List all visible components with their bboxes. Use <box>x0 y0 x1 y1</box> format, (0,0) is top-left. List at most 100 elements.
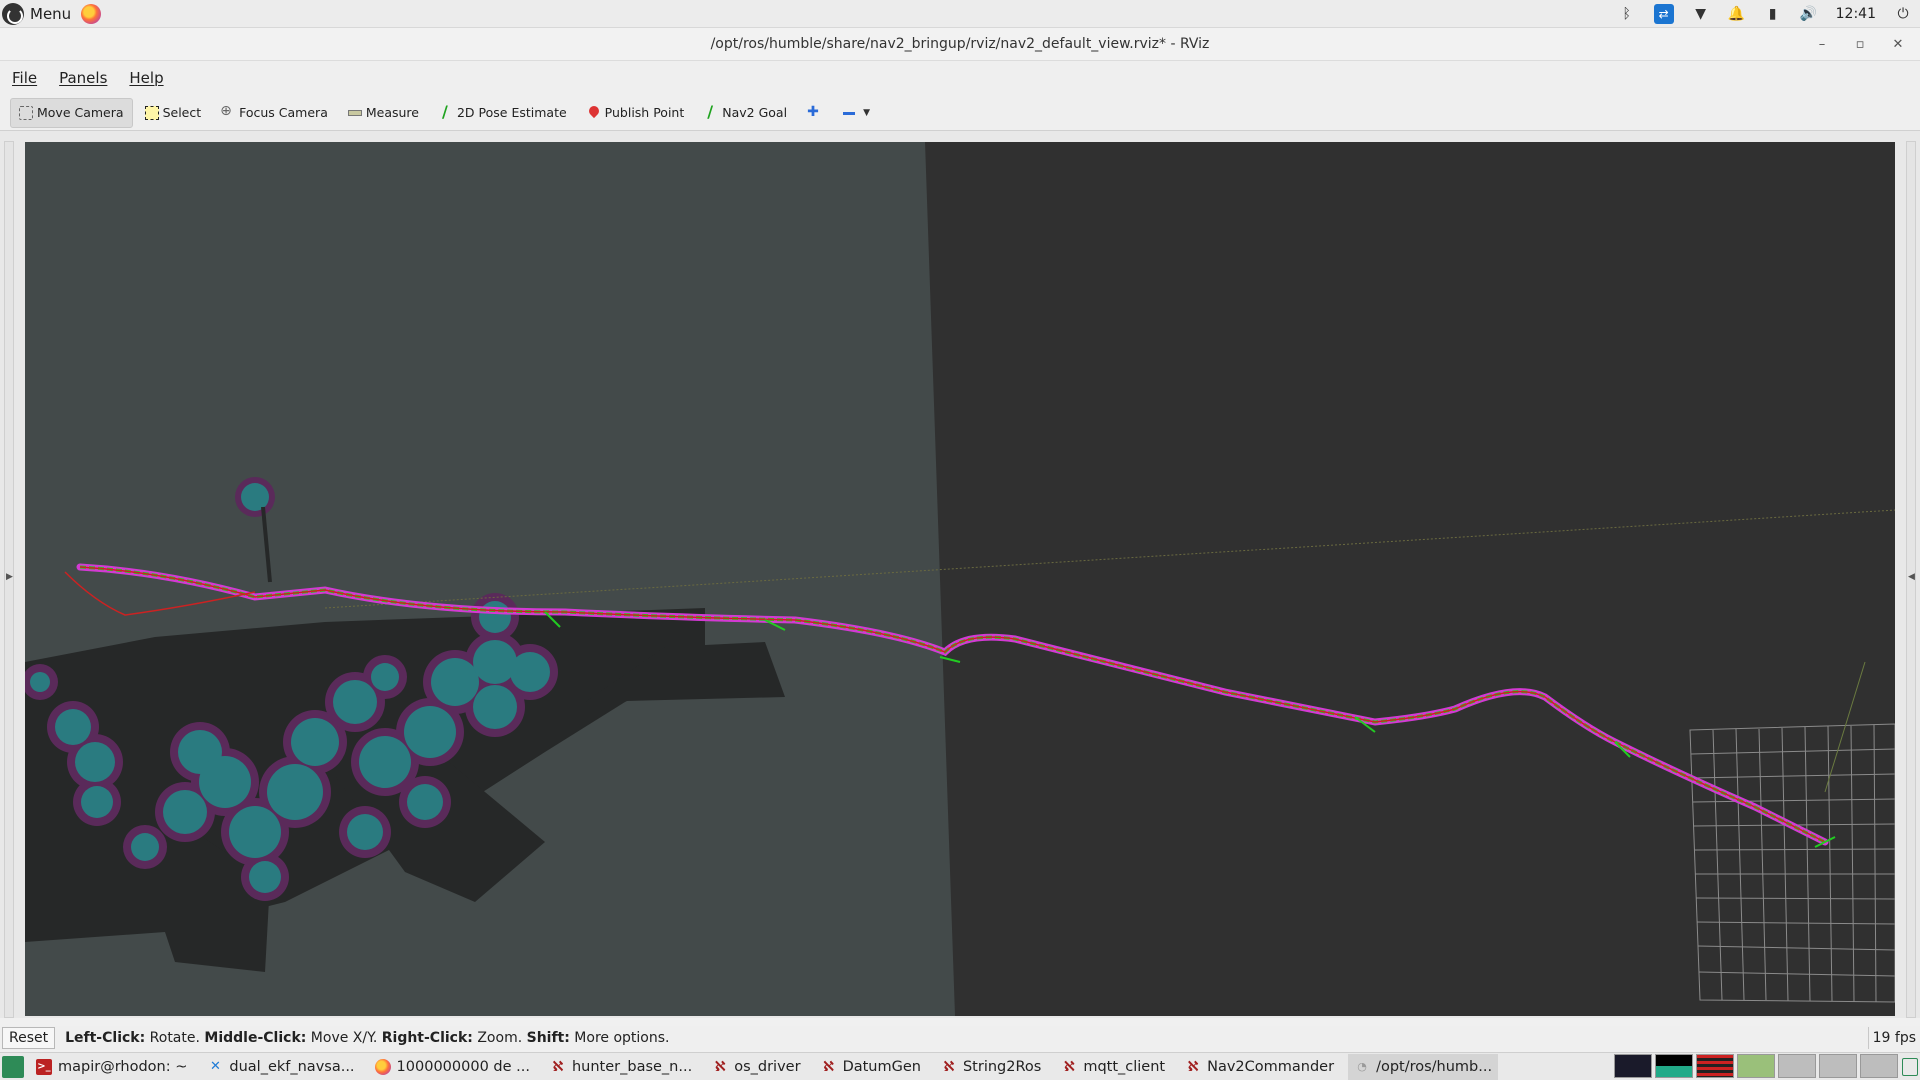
taskbar-item-label: 1000000000 de ... <box>396 1058 530 1075</box>
window-titlebar[interactable]: /opt/ros/humble/share/nav2_bringup/rviz/… <box>0 28 1920 61</box>
taskbar-item-label: dual_ekf_navsa... <box>229 1058 355 1075</box>
workspace-switcher <box>1614 1054 1898 1078</box>
minimize-icon[interactable]: – <box>1810 34 1834 54</box>
window-controls: – ▫ ✕ <box>1810 34 1910 54</box>
remove-tool-button[interactable]: ▼ <box>833 98 878 128</box>
main-area: ▶ ◀ <box>0 131 1920 1018</box>
workspace-1[interactable] <box>1614 1054 1652 1078</box>
workspace-2[interactable] <box>1655 1054 1693 1078</box>
taskbar-item-rviz[interactable]: ◔ /opt/ros/humb... <box>1348 1053 1499 1080</box>
reset-button[interactable]: Reset <box>2 1027 56 1049</box>
tool-hint: Left-Click: Rotate. Middle-Click: Move X… <box>65 1030 669 1046</box>
rviz-icon: ◔ <box>1357 1060 1367 1073</box>
close-icon[interactable]: ✕ <box>1886 34 1910 54</box>
taskbar-item-label: Nav2Commander <box>1207 1058 1335 1075</box>
publish-point-label: Publish Point <box>604 105 685 120</box>
workspace-4[interactable] <box>1737 1054 1775 1078</box>
move-camera-button[interactable]: Move Camera <box>10 97 133 128</box>
hint-key-shift: Shift: <box>526 1030 570 1046</box>
taskbar-item-label: os_driver <box>734 1058 801 1075</box>
right-dock-handle[interactable]: ◀ <box>1906 141 1916 1018</box>
taskbar-item-terminal[interactable]: >_ mapir@rhodon: ~ <box>30 1054 193 1080</box>
teamviewer-icon[interactable]: ⇄ <box>1653 4 1674 24</box>
taskbar-item-firefox[interactable]: 1000000000 de ... <box>369 1054 536 1080</box>
ros-icon: ℵ <box>1063 1058 1075 1075</box>
hint-text-left: Rotate. <box>145 1030 205 1046</box>
focus-camera-label: Focus Camera <box>239 105 328 120</box>
scene-render <box>25 142 1895 1016</box>
workspace-6[interactable] <box>1819 1054 1857 1078</box>
measure-icon <box>347 109 362 116</box>
tools-toolbar: Move Camera Select Focus Camera Measure … <box>0 95 1920 131</box>
workspace-3[interactable] <box>1696 1054 1734 1078</box>
plus-icon <box>807 104 821 120</box>
workspace-5[interactable] <box>1778 1054 1816 1078</box>
select-icon <box>144 105 159 120</box>
taskbar: >_ mapir@rhodon: ~ ✕ dual_ekf_navsa... 1… <box>0 1052 1920 1080</box>
taskbar-item-nav2commander[interactable]: ℵ Nav2Commander <box>1179 1054 1340 1080</box>
vscode-icon: ✕ <box>209 1059 221 1074</box>
clock[interactable]: 12:41 <box>1836 6 1876 22</box>
battery-icon[interactable]: ▮ <box>1764 5 1782 23</box>
publish-point-button[interactable]: Publish Point <box>579 98 693 128</box>
menubar: File Panels Help <box>0 61 1920 95</box>
hint-key-middle: Middle-Click: <box>204 1030 307 1046</box>
select-button[interactable]: Select <box>137 98 210 128</box>
taskbar-item-hunter-base[interactable]: ℵ hunter_base_n... <box>544 1054 698 1080</box>
power-icon[interactable]: ⏻ <box>1894 5 1912 23</box>
restore-icon[interactable]: ▫ <box>1848 34 1872 54</box>
hint-text-right: Zoom. <box>472 1030 527 1046</box>
taskbar-item-label: /opt/ros/humb... <box>1376 1058 1493 1075</box>
ros-icon: ℵ <box>943 1058 955 1075</box>
menu-panels[interactable]: Panels <box>53 69 113 87</box>
system-tray: ᛒ ⇄ ▼ 🔔 ▮ 🔊 12:41 ⏻ <box>1618 0 1920 28</box>
taskbar-item-os-driver[interactable]: ℵ os_driver <box>706 1054 806 1080</box>
wifi-icon[interactable]: ▼ <box>1692 5 1710 23</box>
nav2-goal-icon <box>704 102 718 121</box>
focus-camera-icon <box>220 103 235 120</box>
ros-icon: ℵ <box>714 1058 726 1075</box>
trash-icon[interactable] <box>1902 1058 1918 1076</box>
taskbar-item-datumgen[interactable]: ℵ DatumGen <box>815 1054 927 1080</box>
taskbar-item-label: String2Ros <box>962 1058 1042 1075</box>
volume-icon[interactable]: 🔊 <box>1800 5 1818 23</box>
move-camera-icon <box>19 105 33 120</box>
measure-label: Measure <box>365 105 419 120</box>
reference-grid <box>1689 661 1895 1003</box>
menu-help[interactable]: Help <box>123 69 169 87</box>
ros-icon: ℵ <box>1187 1058 1199 1075</box>
taskbar-item-label: hunter_base_n... <box>571 1058 693 1075</box>
hint-text-shift: More options. <box>569 1030 670 1046</box>
publish-point-icon <box>587 106 601 120</box>
bluetooth-icon[interactable]: ᛒ <box>1618 5 1636 23</box>
window-title: /opt/ros/humble/share/nav2_bringup/rviz/… <box>710 36 1210 52</box>
pose-estimate-button[interactable]: 2D Pose Estimate <box>431 98 575 128</box>
taskbar-item-label: mapir@rhodon: ~ <box>58 1058 188 1075</box>
hint-text-middle: Move X/Y. <box>306 1030 382 1046</box>
taskbar-item-mqtt-client[interactable]: ℵ mqtt_client <box>1055 1054 1171 1080</box>
measure-button[interactable]: Measure <box>340 98 427 128</box>
ros-icon: ℵ <box>823 1058 835 1075</box>
nav2-goal-button[interactable]: Nav2 Goal <box>696 98 795 128</box>
focus-camera-button[interactable]: Focus Camera <box>213 98 336 128</box>
hint-key-right: Right-Click: <box>381 1030 473 1046</box>
taskbar-item-vscode[interactable]: ✕ dual_ekf_navsa... <box>201 1054 360 1080</box>
hint-key-left: Left-Click: <box>65 1030 146 1046</box>
move-camera-label: Move Camera <box>37 105 124 120</box>
left-dock-handle[interactable]: ▶ <box>4 141 14 1018</box>
statusbar: Reset Left-Click: Rotate. Middle-Click: … <box>0 1026 1920 1050</box>
chevron-right-icon: ▶ <box>6 572 13 582</box>
firefox-launcher-icon[interactable] <box>81 3 102 24</box>
add-tool-button[interactable] <box>799 98 829 128</box>
start-menu-button[interactable]: Menu <box>0 0 77 28</box>
menu-label: Menu <box>30 4 72 23</box>
chevron-down-icon: ▼ <box>863 107 870 118</box>
nav2-goal-label: Nav2 Goal <box>722 105 788 120</box>
workspace-7[interactable] <box>1860 1054 1898 1078</box>
show-desktop-icon[interactable] <box>2 1055 24 1078</box>
fps-readout: 19 fps <box>1867 1027 1920 1049</box>
render-viewport-3d[interactable] <box>25 142 1895 1016</box>
menu-file[interactable]: File <box>6 69 43 87</box>
notifications-icon[interactable]: 🔔 <box>1728 5 1746 23</box>
taskbar-item-string2ros[interactable]: ℵ String2Ros <box>935 1054 1047 1080</box>
